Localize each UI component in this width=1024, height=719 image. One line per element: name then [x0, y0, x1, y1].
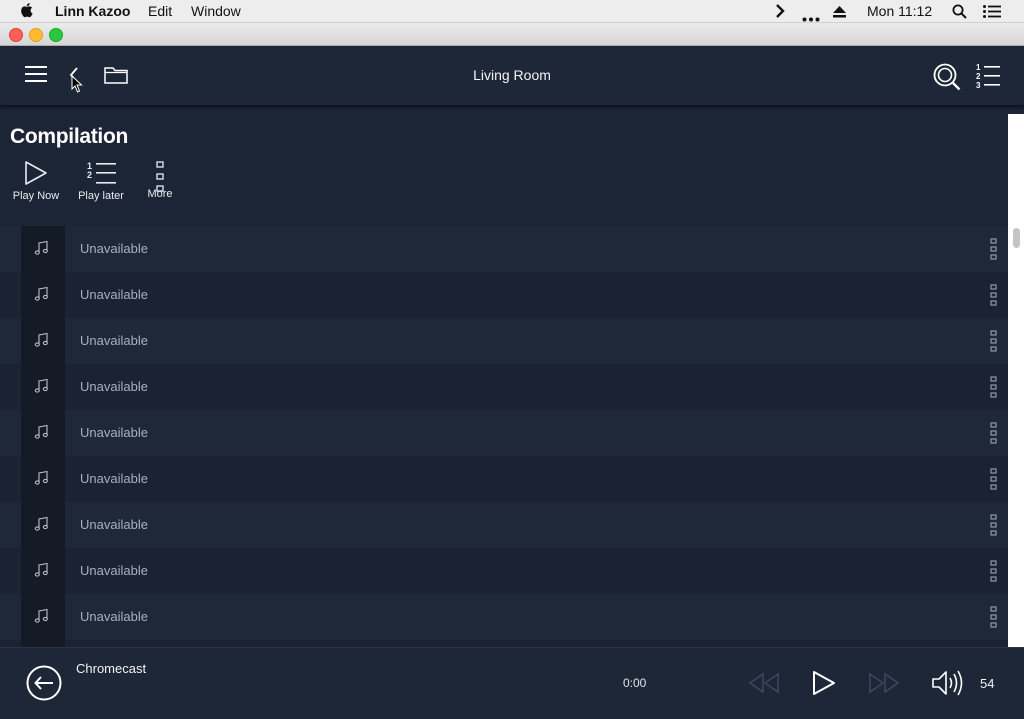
track-more-icon[interactable]: [990, 468, 998, 495]
play-now-button[interactable]: Play Now: [6, 160, 66, 202]
svg-text:1: 1: [976, 63, 981, 72]
track-more-icon[interactable]: [990, 514, 998, 541]
zoom-window-button[interactable]: [49, 28, 63, 42]
svg-text:3: 3: [976, 81, 981, 89]
track-title: Unavailable: [80, 517, 148, 532]
track-artwork: [21, 456, 65, 502]
more-button[interactable]: More: [130, 160, 190, 200]
app-toolbar: Living Room 1 2 3: [0, 46, 1024, 105]
play-icon[interactable]: [812, 670, 836, 701]
notification-center-icon[interactable]: [983, 5, 1001, 21]
page-title: Compilation: [10, 125, 129, 148]
music-note-icon: [34, 332, 48, 347]
track-more-icon[interactable]: [990, 606, 998, 633]
track-artwork: [21, 318, 65, 364]
play-later-label: Play later: [78, 190, 124, 202]
music-note-icon: [34, 240, 48, 255]
track-more-icon[interactable]: [990, 560, 998, 587]
track-artwork: [21, 272, 65, 318]
track-title: Unavailable: [80, 609, 148, 624]
scrollbar-thumb[interactable]: [1013, 228, 1020, 248]
track-row[interactable]: Unavailable: [0, 410, 1008, 456]
track-title: Unavailable: [80, 379, 148, 394]
track-row[interactable]: Unavailable: [0, 594, 1008, 640]
music-note-icon: [34, 562, 48, 577]
macos-menu-bar: Linn Kazoo Edit Window Mon 11:12: [0, 0, 1024, 23]
track-row[interactable]: Unavailable: [0, 548, 1008, 594]
menubar-clock[interactable]: Mon 11:12: [867, 3, 932, 19]
track-more-icon[interactable]: [990, 376, 998, 403]
eject-icon[interactable]: [833, 5, 846, 21]
room-name[interactable]: Living Room: [0, 67, 1024, 83]
close-window-button[interactable]: [9, 28, 23, 42]
track-row-partial[interactable]: [0, 640, 1008, 647]
track-row[interactable]: Unavailable: [0, 364, 1008, 410]
container-browser: Compilation Play Now 1 2 Play later More…: [0, 106, 1008, 647]
window-title-bar: [0, 23, 1024, 46]
track-row[interactable]: Unavailable: [0, 456, 1008, 502]
track-title: Unavailable: [80, 425, 148, 440]
music-note-icon: [34, 424, 48, 439]
track-row[interactable]: Unavailable: [0, 226, 1008, 272]
track-artwork: [21, 410, 65, 456]
play-icon: [25, 161, 47, 185]
music-note-icon: [34, 378, 48, 393]
track-title: Unavailable: [80, 287, 148, 302]
track-artwork: [21, 226, 65, 272]
numbered-list-icon: 1 2: [87, 161, 116, 184]
svg-text:2: 2: [976, 72, 981, 81]
track-artwork: [21, 594, 65, 640]
minimize-window-button[interactable]: [29, 28, 43, 42]
skip-back-icon: [748, 672, 780, 699]
app-menu[interactable]: Linn Kazoo: [55, 3, 130, 19]
track-artwork: [21, 502, 65, 548]
play-later-button[interactable]: 1 2 Play later: [71, 160, 131, 202]
svg-text:2: 2: [87, 170, 92, 180]
track-more-icon[interactable]: [990, 284, 998, 311]
play-queue-icon[interactable]: 1 2 3: [976, 63, 1000, 94]
track-more-icon[interactable]: [990, 238, 998, 265]
spotlight-search-icon[interactable]: [952, 4, 967, 22]
track-row[interactable]: Unavailable: [0, 272, 1008, 318]
track-artwork: [21, 548, 65, 594]
more-label: More: [147, 188, 173, 200]
track-title: Unavailable: [80, 563, 148, 578]
scrollbar-track[interactable]: [1008, 114, 1024, 647]
menu-edit[interactable]: Edit: [148, 3, 172, 19]
track-artwork: [21, 364, 65, 410]
search-icon[interactable]: [933, 63, 961, 96]
track-more-icon[interactable]: [990, 330, 998, 357]
volume-level[interactable]: 54: [980, 676, 994, 691]
apple-icon: [21, 3, 33, 18]
speaker-volume-icon[interactable]: [931, 669, 965, 702]
menu-window[interactable]: Window: [191, 3, 241, 19]
chevron-right-icon[interactable]: [775, 4, 785, 21]
track-title: Unavailable: [80, 241, 148, 256]
source-exit-icon[interactable]: [26, 665, 62, 706]
player-bar: Chromecast 0:00 54: [0, 647, 1024, 719]
track-more-icon[interactable]: [990, 422, 998, 449]
apple-menu[interactable]: [20, 2, 34, 21]
play-now-label: Play Now: [12, 190, 60, 202]
music-note-icon: [34, 470, 48, 485]
source-name[interactable]: Chromecast: [76, 661, 146, 676]
track-row[interactable]: Unavailable: [0, 502, 1008, 548]
skip-forward-icon: [868, 672, 900, 699]
music-note-icon: [34, 608, 48, 623]
music-note-icon: [34, 286, 48, 301]
track-title: Unavailable: [80, 471, 148, 486]
elapsed-time: 0:00: [623, 676, 647, 690]
track-title: Unavailable: [80, 333, 148, 348]
music-note-icon: [34, 516, 48, 531]
track-artwork: [21, 640, 65, 647]
track-row[interactable]: Unavailable: [0, 318, 1008, 364]
